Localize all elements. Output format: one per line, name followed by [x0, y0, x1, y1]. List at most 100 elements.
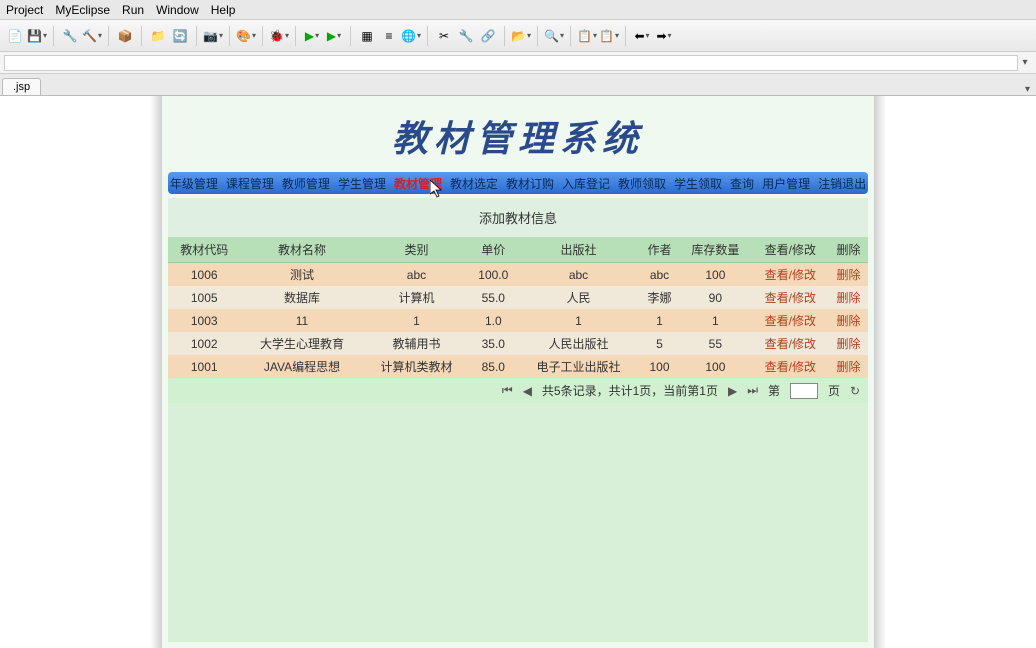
cell-price: 85.0	[470, 355, 518, 378]
col-name: 教材名称	[241, 237, 364, 263]
nav-logout[interactable]: 注销退出	[816, 175, 868, 192]
cell-pub: 人民	[517, 286, 640, 309]
tool-icon[interactable]: 🔧	[61, 27, 79, 45]
filler	[168, 403, 868, 642]
run-ext-icon[interactable]: ▶	[325, 27, 343, 45]
nav-textbook[interactable]: 教材管理	[392, 175, 444, 192]
separator	[350, 26, 351, 46]
cell-code: 1005	[168, 286, 241, 309]
view-link[interactable]: 查看/修改	[765, 360, 816, 374]
folder-icon[interactable]: 📁	[149, 27, 167, 45]
cell-author: abc	[640, 263, 679, 287]
view-link[interactable]: 查看/修改	[765, 337, 816, 351]
cell-price: 35.0	[470, 332, 518, 355]
section-title[interactable]: 添加教材信息	[168, 198, 868, 237]
task2-icon[interactable]: 📋	[600, 27, 618, 45]
col-del: 删除	[829, 237, 868, 263]
pager-prev-icon[interactable]: ◀	[523, 384, 532, 398]
task-icon[interactable]: 📋	[578, 27, 596, 45]
search-icon[interactable]: 🔍	[545, 27, 563, 45]
table-row: 1001JAVA编程思想计算机类教材85.0电子工业出版社100100查看/修改…	[168, 355, 868, 378]
content-area: 教材管理系统 年级管理 课程管理 教师管理 学生管理 教材管理 教材选定 教材订…	[0, 96, 1036, 648]
cell-code: 1003	[168, 309, 241, 332]
url-dropdown-icon[interactable]: ▾	[1018, 57, 1032, 68]
back-icon[interactable]: ⬅	[633, 27, 651, 45]
pager-first-icon[interactable]: ⏮	[502, 383, 513, 398]
cut-icon[interactable]: ✂	[435, 27, 453, 45]
table-row: 1002大学生心理教育教辅用书35.0人民出版社555查看/修改删除	[168, 332, 868, 355]
tab-dropdown-icon[interactable]: ▾	[1019, 84, 1036, 95]
delete-link[interactable]: 删除	[837, 337, 861, 351]
menu-run[interactable]: Run	[122, 3, 144, 17]
nav-teacher[interactable]: 教师管理	[280, 175, 332, 192]
run-icon[interactable]: ▶	[303, 27, 321, 45]
nav-course[interactable]: 课程管理	[224, 175, 276, 192]
wrench-icon[interactable]: 🔧	[457, 27, 475, 45]
col-view: 查看/修改	[752, 237, 829, 263]
separator	[537, 26, 538, 46]
debug-icon[interactable]: 🐞	[270, 27, 288, 45]
url-input[interactable]	[4, 55, 1018, 71]
delete-link[interactable]: 删除	[837, 268, 861, 282]
pager-last-icon[interactable]: ⏭	[747, 383, 758, 398]
separator	[625, 26, 626, 46]
cell-author: 100	[640, 355, 679, 378]
tool-dd-icon[interactable]: 🔨	[83, 27, 101, 45]
nav-textbook-select[interactable]: 教材选定	[448, 175, 500, 192]
link-icon[interactable]: 🔗	[479, 27, 497, 45]
pager-go-icon[interactable]: ↻	[850, 384, 860, 398]
cell-cat: 教辅用书	[363, 332, 469, 355]
menubar: Project MyEclipse Run Window Help	[0, 0, 1036, 20]
view-link[interactable]: 查看/修改	[765, 291, 816, 305]
cell-pub: abc	[517, 263, 640, 287]
left-gutter	[0, 96, 162, 648]
table-row: 10031111.0111查看/修改删除	[168, 309, 868, 332]
grid-icon[interactable]: ▦	[358, 27, 376, 45]
camera-icon[interactable]: 📷	[204, 27, 222, 45]
col-pub: 出版社	[517, 237, 640, 263]
delete-link[interactable]: 删除	[837, 360, 861, 374]
separator	[504, 26, 505, 46]
cell-name: 11	[241, 309, 364, 332]
separator	[196, 26, 197, 46]
nav-teacher-receive[interactable]: 教师领取	[616, 175, 668, 192]
pager: ⏮ ◀ 共5条记录，共计1页，当前第1页 ▶ ⏭ 第 页 ↻	[168, 378, 868, 403]
tab-bar: .jsp ▾	[0, 74, 1036, 96]
nav-query[interactable]: 查询	[728, 175, 756, 192]
box-icon[interactable]: 📦	[116, 27, 134, 45]
menu-project[interactable]: Project	[6, 3, 43, 17]
nav-student-receive[interactable]: 学生领取	[672, 175, 724, 192]
delete-link[interactable]: 删除	[837, 314, 861, 328]
align-icon[interactable]: ≡	[380, 27, 398, 45]
address-bar: ▾	[0, 52, 1036, 74]
cell-code: 1002	[168, 332, 241, 355]
nav-student[interactable]: 学生管理	[336, 175, 388, 192]
forward-icon[interactable]: ➡	[655, 27, 673, 45]
paint-icon[interactable]: 🎨	[237, 27, 255, 45]
app-panel: 教材管理系统 年级管理 课程管理 教师管理 学生管理 教材管理 教材选定 教材订…	[162, 96, 874, 648]
pager-next-icon[interactable]: ▶	[728, 384, 737, 398]
pager-info: 共5条记录，共计1页，当前第1页	[542, 382, 718, 399]
menu-help[interactable]: Help	[211, 3, 236, 17]
table-header-row: 教材代码 教材名称 类别 单价 出版社 作者 库存数量 查看/修改 删除	[168, 237, 868, 263]
new-icon[interactable]: 📄	[6, 27, 24, 45]
nav-grade[interactable]: 年级管理	[168, 175, 220, 192]
refresh-icon[interactable]: 🔄	[171, 27, 189, 45]
nav-textbook-order[interactable]: 教材订购	[504, 175, 556, 192]
globe-icon[interactable]: 🌐	[402, 27, 420, 45]
nav-user[interactable]: 用户管理	[760, 175, 812, 192]
cell-name: 大学生心理教育	[241, 332, 364, 355]
view-link[interactable]: 查看/修改	[765, 314, 816, 328]
menu-myeclipse[interactable]: MyEclipse	[55, 3, 110, 17]
pager-page-input[interactable]	[790, 383, 818, 399]
menu-window[interactable]: Window	[156, 3, 199, 17]
folder2-icon[interactable]: 📂	[512, 27, 530, 45]
tab-jsp[interactable]: .jsp	[2, 78, 41, 95]
nav-bar: 年级管理 课程管理 教师管理 学生管理 教材管理 教材选定 教材订购 入库登记 …	[168, 172, 868, 194]
delete-link[interactable]: 删除	[837, 291, 861, 305]
save-icon[interactable]: 💾	[28, 27, 46, 45]
separator	[427, 26, 428, 46]
view-link[interactable]: 查看/修改	[765, 268, 816, 282]
nav-inbound[interactable]: 入库登记	[560, 175, 612, 192]
col-stock: 库存数量	[679, 237, 752, 263]
